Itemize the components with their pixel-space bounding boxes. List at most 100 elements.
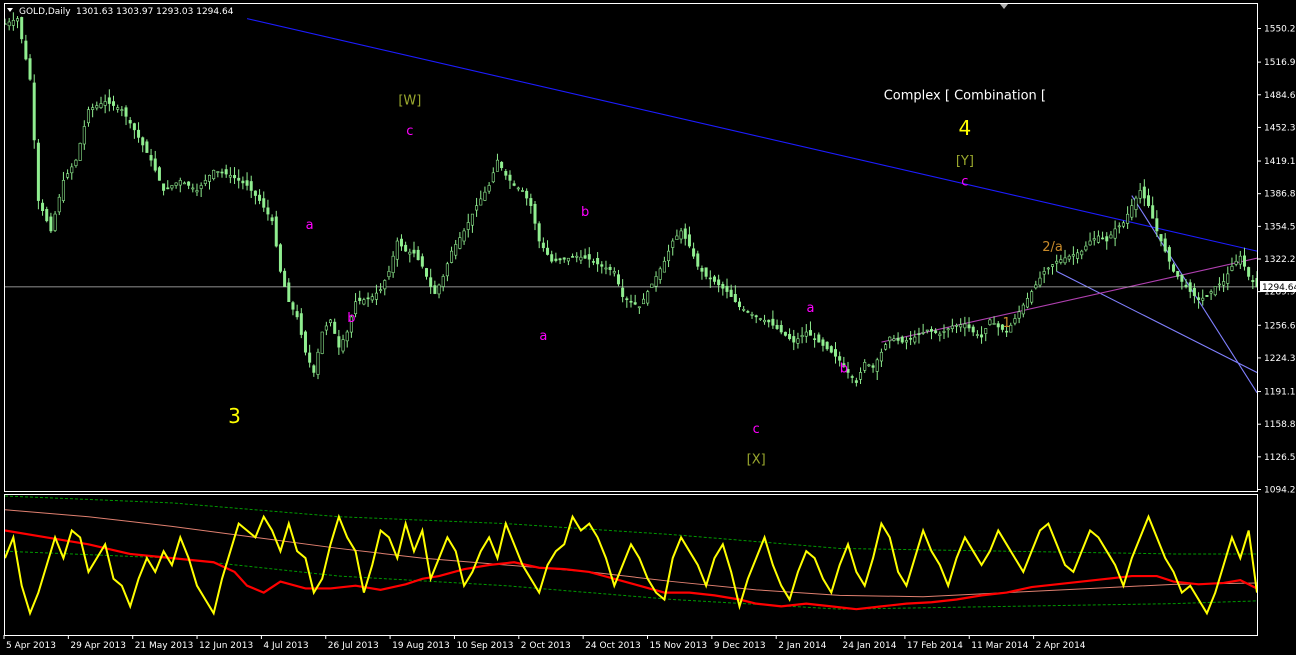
candle-body [967,324,971,329]
candle-body [1184,284,1188,287]
wave-label: 3 [228,404,241,428]
candle-body [1105,236,1109,242]
candle-body [45,209,49,222]
candle-body [800,335,804,338]
candle-body [166,187,170,190]
candle-body [387,271,391,278]
candle-body [566,257,570,262]
candle-body [629,300,633,303]
candle-body [358,297,362,301]
candle-body [174,182,178,186]
wave-label: a [806,301,814,316]
candle-body [1025,298,1029,308]
candle-body [458,237,462,249]
candle-body [237,177,241,181]
candle-body [1222,281,1226,286]
candle-body [1071,254,1075,257]
x-tick-label: 2 Oct 2013 [521,641,571,651]
x-tick-label: 29 Apr 2013 [70,641,126,651]
candle-body [984,328,988,334]
candle-body [896,337,900,341]
candle-body [479,198,483,206]
candle-body [207,175,211,182]
candle-body [287,282,291,302]
candle-body [717,279,721,286]
wave-label: c [753,422,760,437]
candle-body [91,107,95,110]
candle-body [612,271,616,274]
candle-body [525,190,529,199]
y-tick-label: 1484.68 [1264,91,1296,101]
candle-body [429,277,433,287]
candle-body [78,143,82,161]
candle-body [600,264,604,267]
candle-body [132,123,136,131]
candle-body [1034,284,1038,289]
x-tick-label: 17 Feb 2014 [907,641,963,651]
candle-body [892,338,896,341]
candle-body [817,334,821,343]
candle-body [520,190,524,192]
candle-body [333,321,337,334]
candle-body [379,289,383,292]
candle-body [1005,330,1009,333]
wave-label: 1 [1002,316,1010,331]
candle-body [433,285,437,294]
candle-body [658,268,662,280]
candle-body [445,263,449,277]
candle-body [938,333,942,336]
candle-body [1113,228,1117,239]
y-tick-label: 1158.83 [1264,420,1296,430]
wave-label: b [581,205,589,220]
candle-body [704,267,708,277]
y-tick-label: 1191.13 [1264,388,1296,398]
candle-body [462,230,466,242]
candle-body [875,359,879,372]
candle-body [1096,235,1100,243]
candle-body [587,254,591,260]
candle-body [721,284,725,289]
candle-body [696,253,700,267]
candle-body [1130,205,1134,218]
candle-body [808,330,812,336]
candle-body [729,289,733,297]
wave-label: [X] [747,452,766,467]
candle-body [1251,280,1255,282]
candle-body [500,161,504,169]
candle-body [262,198,266,208]
x-tick-label: 4 Jul 2013 [263,641,308,651]
candle-body [1209,291,1213,294]
candle-body [596,258,600,265]
candle-body [199,185,203,189]
candle-body [1051,264,1055,267]
candle-body [137,129,141,138]
candle-body [708,277,712,280]
candle-body [925,329,929,332]
y-tick-label: 1094.23 [1264,486,1296,496]
candle-body [278,244,282,272]
candle-body [804,331,808,337]
candle-body [1017,311,1021,319]
candle-body [646,291,650,304]
candle-body [212,169,216,179]
candle-body [671,240,675,248]
candle-body [308,352,312,363]
candle-body [16,18,20,22]
candle-body [399,238,403,247]
candle-body [813,338,817,340]
candle-body [1242,255,1246,267]
candle-body [758,318,762,320]
candle-body [575,255,579,258]
candle-body [541,242,545,249]
candle-body [637,306,641,309]
candle-body [1121,222,1125,227]
symbol-label: GOLD,Daily [19,7,71,17]
candle-body [1146,195,1150,206]
candle-body [450,250,454,263]
candle-body [1192,287,1196,296]
candle-body [700,268,704,272]
candle-body [103,101,107,106]
candle-body [746,311,750,313]
candle-body [1030,291,1034,303]
candle-body [796,338,800,344]
